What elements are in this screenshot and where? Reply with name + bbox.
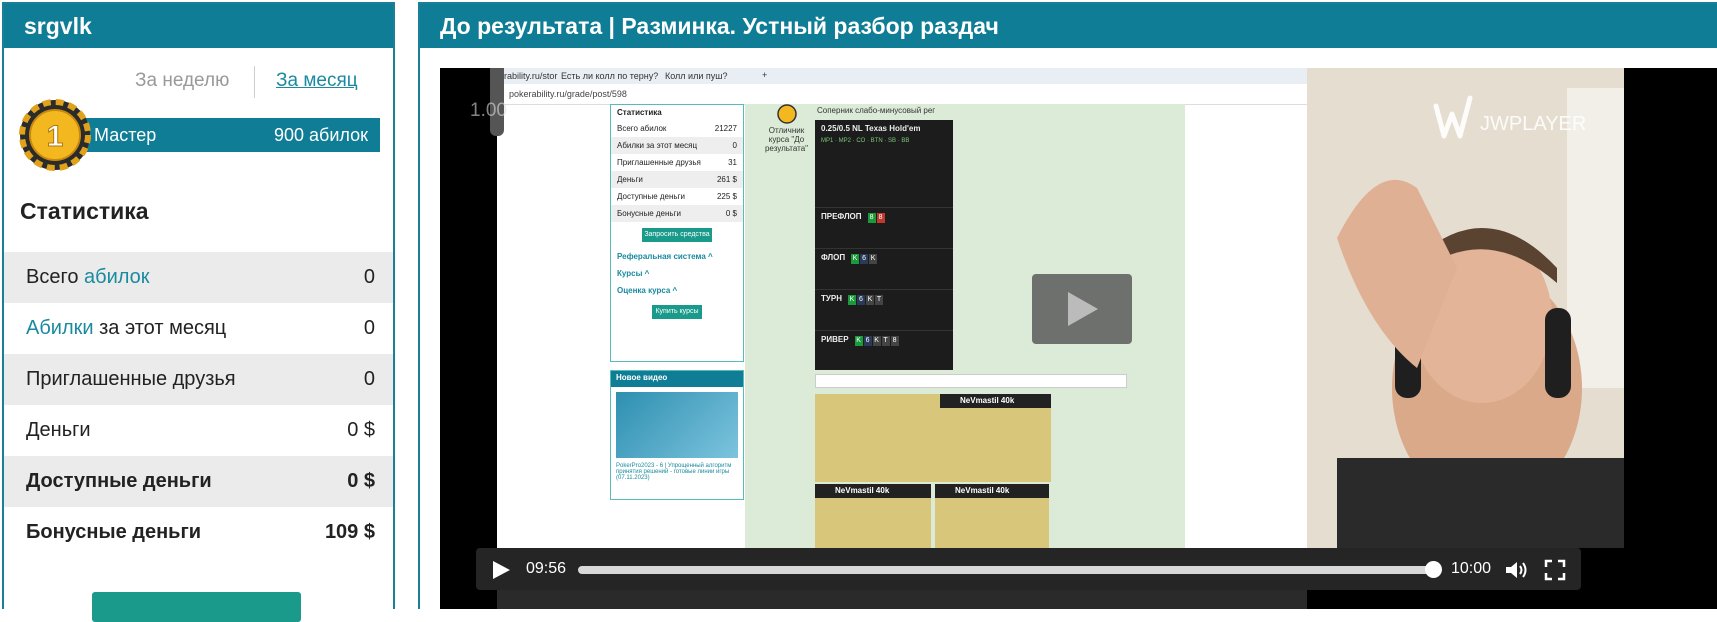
browser-tabs: erability.ru/stor Есть ли колл по терну?…: [497, 68, 1307, 84]
seek-knob[interactable]: [1425, 561, 1442, 578]
abilki-link[interactable]: Абилки: [26, 317, 94, 339]
withdraw-button[interactable]: [92, 592, 301, 622]
rank-badge-number: 1: [47, 120, 64, 153]
hud-table: NeVmastil 40k: [815, 484, 931, 548]
rank-value: 900 абилок: [274, 125, 368, 145]
hud-table: NeVmastil 40k: [935, 484, 1049, 548]
play-overlay-button[interactable]: [1032, 274, 1132, 344]
rank-badge-icon: 1: [19, 99, 91, 171]
stat-value: 0: [363, 266, 375, 288]
video-player[interactable]: erability.ru/stor Есть ли колл по терну?…: [440, 68, 1717, 609]
svg-text:JWPLAYER: JWPLAYER: [1480, 113, 1586, 135]
jwplayer-logo: JWPLAYER: [1428, 88, 1603, 148]
tab-divider: [254, 66, 255, 98]
stat-value: 0 $: [347, 419, 375, 441]
stat-value: 0: [363, 368, 375, 390]
hud-table: NeVmastil 40k: [815, 394, 1051, 482]
hand-history-card: 0.25/0.5 NL Texas Hold'em MP1 · MP2 · CO…: [815, 120, 953, 370]
tab-month[interactable]: За месяц: [276, 70, 358, 92]
stat-row: Деньги 0 $: [4, 405, 393, 456]
tab-week[interactable]: За неделю: [135, 70, 229, 92]
mini-stats-panel: Статистика Всего абилок 21227 Абилки за э…: [610, 104, 744, 362]
stat-row: Приглашенные друзья 0: [4, 354, 393, 405]
play-icon: [1068, 292, 1098, 326]
rank-bar: Мастер 900 абилок: [66, 118, 380, 152]
stat-value: 0 $: [347, 470, 375, 492]
abilki-link[interactable]: абилок: [84, 266, 150, 288]
stat-value: 0: [363, 317, 375, 339]
stat-row: Бонусные деньги 109 $: [4, 507, 393, 558]
play-icon[interactable]: [490, 559, 512, 581]
period-tabs: За неделю За месяц: [2, 66, 391, 98]
stat-value: 109 $: [324, 521, 375, 543]
playback-speed[interactable]: 1.00: [470, 100, 507, 122]
stat-label: Абилки за этот месяц: [26, 317, 227, 339]
fullscreen-icon[interactable]: [1544, 559, 1566, 581]
stat-row: Всего абилок 0: [4, 252, 393, 303]
rank-name: Мастер: [94, 125, 157, 145]
stats-title: Статистика: [20, 198, 149, 224]
stat-label: Доступные деньги: [26, 470, 212, 492]
video-frame-screen: erability.ru/stor Есть ли колл по терну?…: [497, 68, 1307, 609]
stat-label: Бонусные деньги: [26, 521, 202, 543]
volume-icon[interactable]: [1504, 559, 1530, 581]
username-header: srgvlk: [4, 4, 393, 48]
current-time: 09:56: [526, 560, 567, 577]
address-bar: pokerability.ru/grade/post/598: [497, 84, 1307, 105]
stat-label: Всего абилок: [26, 266, 150, 288]
stat-row: Абилки за этот месяц 0: [4, 303, 393, 354]
stat-label: Приглашенные друзья: [26, 368, 236, 390]
player-controls: 09:56 10:00: [476, 548, 1581, 590]
stat-label: Деньги: [26, 419, 91, 441]
stat-row: Доступные деньги 0 $: [4, 456, 393, 507]
os-taskbar: [497, 590, 1307, 609]
new-video-card: Новое видео PokerPro2023 - 6 | Упрощенны…: [610, 370, 744, 500]
course-coin-icon: [777, 104, 797, 124]
seek-bar[interactable]: [578, 566, 1433, 574]
lesson-title: До результата | Разминка. Устный разбор …: [420, 4, 1717, 48]
duration: 10:00: [1451, 560, 1492, 577]
